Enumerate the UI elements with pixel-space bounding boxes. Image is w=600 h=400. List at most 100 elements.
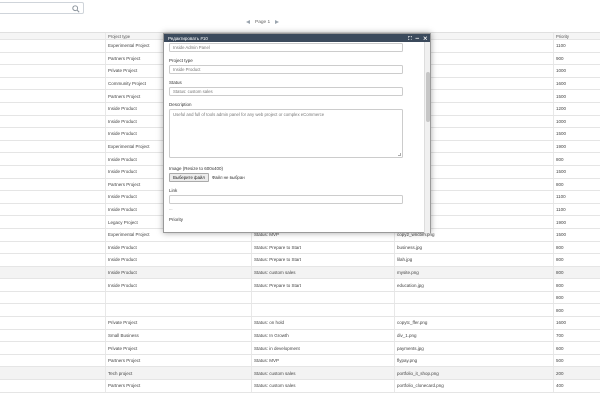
- file-status: Файл не выбран: [211, 175, 245, 180]
- table-cell: Status: on hold: [251, 317, 394, 329]
- dialog-title: Редактировать #10: [168, 35, 208, 41]
- table-cell: portfolio_it_shop.png: [394, 367, 553, 380]
- table-cell: 1500: [553, 165, 600, 178]
- table-cell: Private Project: [105, 342, 251, 354]
- table-cell: [0, 254, 105, 266]
- table-row[interactable]: Partners Project Status: custom sales port…: [0, 380, 600, 393]
- scrollbar-thumb[interactable]: [426, 72, 430, 122]
- table-cell: flypay.png: [394, 354, 553, 367]
- table-row[interactable]: Inside Product Status: custom sales mysite…: [0, 266, 600, 280]
- table-cell: [251, 291, 394, 304]
- table-row[interactable]: Inside Product Status: Prepare to Start ed…: [0, 279, 600, 292]
- table-cell: 800: [553, 153, 600, 165]
- table-cell: 1100: [553, 191, 600, 203]
- table-cell: 1900: [553, 216, 600, 228]
- table-cell: 1500: [553, 90, 600, 102]
- page-label: Page 1: [255, 19, 271, 25]
- table-cell: [0, 355, 105, 367]
- dialog-body[interactable]: Inside Admin Panel Project type Inside P…: [164, 42, 426, 233]
- table-cell: 1100: [553, 203, 600, 216]
- table-cell: [0, 342, 105, 354]
- status-label: Status: [169, 80, 182, 85]
- image-upload: Выберите файл Файл не выбран: [169, 173, 422, 182]
- description-label: Description: [169, 102, 192, 107]
- table-row[interactable]: Inside Product Status: Prepare to Start li…: [0, 254, 600, 267]
- table-row[interactable]: Small Business Status: In Growth div_1.png…: [0, 329, 600, 343]
- table-cell: Status: Prepare to Start: [251, 241, 394, 254]
- table-cell: 600: [553, 342, 600, 354]
- table-row[interactable]: Private Project Status: on hold copytc_ffe…: [0, 317, 600, 330]
- resize-icon[interactable]: [407, 35, 413, 41]
- table-cell: 800: [553, 266, 600, 279]
- close-icon[interactable]: [422, 35, 428, 41]
- table-cell: 1500: [553, 228, 600, 241]
- table-row[interactable]: Tech project Status: custom sales portfoli…: [0, 367, 600, 381]
- table-cell: payments.jpg: [394, 342, 553, 354]
- table-cell: [394, 291, 553, 304]
- table-cell: [105, 304, 251, 317]
- image-label: Image (Resize to 600x400): [169, 166, 224, 171]
- search-icon[interactable]: [72, 5, 80, 13]
- table-cell: [0, 216, 105, 228]
- column-header-priority[interactable]: Priority: [553, 33, 600, 39]
- table-row[interactable]: Private Project Status: in development pay…: [0, 342, 600, 355]
- table-cell: [0, 242, 105, 254]
- table-cell: Inside Product: [105, 254, 251, 266]
- table-row[interactable]: 800: [0, 291, 600, 305]
- table-cell: 800: [553, 291, 600, 304]
- table-cell: 900: [553, 52, 600, 65]
- table-cell: portfolio_clonecard.png: [394, 380, 553, 392]
- table-cell: Inside Product: [105, 266, 251, 279]
- table-row[interactable]: Partners Project Status: MVP flypay.png 500: [0, 354, 600, 368]
- table-cell: copytc_ffer.png: [394, 317, 553, 329]
- prev-page-icon[interactable]: [246, 20, 250, 24]
- table-cell: 800: [553, 178, 600, 191]
- table-cell: Status: In Growth: [251, 329, 394, 342]
- table-cell: Inside Product: [105, 241, 251, 254]
- table-cell: [0, 317, 105, 329]
- table-row[interactable]: Inside Product Status: Prepare to Start bu…: [0, 241, 600, 255]
- table-cell: div_1.png: [394, 329, 553, 342]
- dialog-scrollbar[interactable]: [424, 42, 430, 233]
- table-cell: [394, 304, 553, 317]
- table-row[interactable]: 800: [0, 304, 600, 318]
- table-cell: [0, 229, 105, 241]
- table-cell: [0, 330, 105, 342]
- project-type-field[interactable]: Inside Product: [169, 65, 403, 74]
- table-cell: Partners Project: [105, 354, 251, 367]
- next-page-icon[interactable]: [275, 20, 280, 24]
- table-cell: [0, 204, 105, 216]
- minimize-icon[interactable]: [415, 36, 420, 41]
- table-cell: 800: [553, 241, 600, 254]
- table-cell: [0, 116, 105, 128]
- table-cell: [0, 166, 105, 178]
- choose-file-button[interactable]: Выберите файл: [169, 173, 209, 182]
- description-text: Useful and full of tools admin panel for…: [173, 112, 325, 117]
- link-field[interactable]: [169, 195, 403, 204]
- table-cell: [0, 267, 105, 279]
- table-cell: [0, 90, 105, 102]
- table-cell: [0, 304, 105, 316]
- name-field[interactable]: Inside Admin Panel: [169, 43, 403, 52]
- link-label: Link: [169, 188, 178, 193]
- table-cell: 800: [553, 254, 600, 266]
- table-cell: [251, 304, 394, 317]
- resize-handle-icon[interactable]: [398, 153, 401, 156]
- table-cell: Partners Project: [105, 380, 251, 392]
- column-header[interactable]: [0, 33, 105, 39]
- dialog-title-bar[interactable]: Редактировать #10: [164, 34, 430, 42]
- table-cell: [0, 367, 105, 379]
- table-cell: 700: [553, 329, 600, 342]
- status-field[interactable]: Status: custom sales: [169, 87, 403, 96]
- table-cell: 1200: [553, 102, 600, 115]
- table-cell: 1600: [553, 317, 600, 329]
- description-field[interactable]: Useful and full of tools admin panel for…: [169, 109, 403, 158]
- search-input[interactable]: [0, 2, 84, 14]
- table-cell: Tech project: [105, 367, 251, 380]
- table-cell: Small Business: [105, 329, 251, 342]
- table-cell: mysite.png: [394, 266, 553, 279]
- table-cell: lilah.jpg: [394, 254, 553, 266]
- table-cell: Status: custom sales: [251, 380, 394, 392]
- table-cell: 1900: [553, 140, 600, 153]
- table-cell: education.jpg: [394, 279, 553, 291]
